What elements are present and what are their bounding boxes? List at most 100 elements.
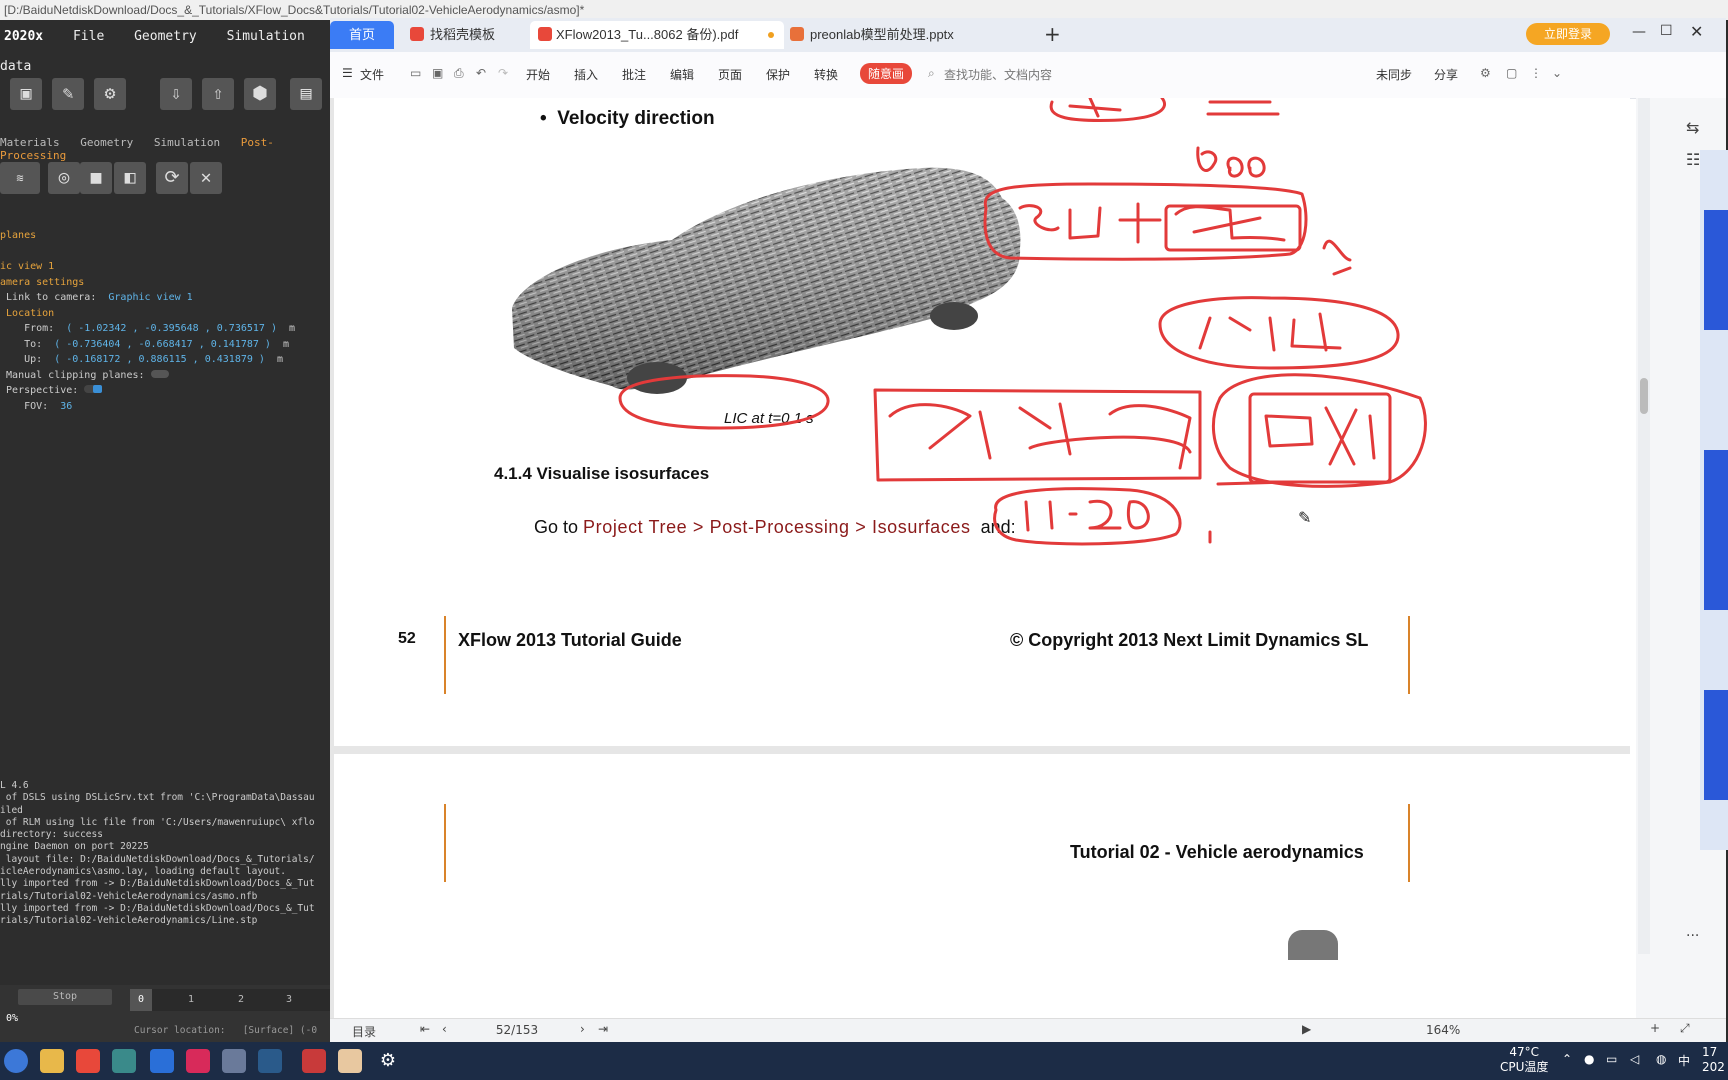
perspective-toggle[interactable] xyxy=(84,385,103,393)
network-icon[interactable]: ◍ xyxy=(1656,1052,1666,1066)
document-viewport[interactable]: • Velocity direction LIC at t=0.1 s 4.1.… xyxy=(330,98,1630,1042)
save-icon[interactable]: ▣ xyxy=(432,66,443,80)
volume-icon[interactable]: ◁ xyxy=(1630,1052,1639,1066)
ime-indicator[interactable]: 中 xyxy=(1678,1052,1690,1069)
sync-status[interactable]: 未同步 xyxy=(1376,66,1412,83)
settings-icon[interactable]: ⚙ xyxy=(376,1049,400,1073)
from-value[interactable]: ( -1.02342 , -0.395648 , 0.736517 ) xyxy=(66,323,277,334)
cube-icon[interactable]: ⬢ xyxy=(244,78,276,110)
redo-icon[interactable]: ↷ xyxy=(498,66,508,80)
print-icon[interactable]: ⎙ xyxy=(454,66,464,81)
tree-graphic-view[interactable]: ic view 1 xyxy=(0,261,54,272)
toc-button[interactable]: 目录 xyxy=(352,1023,376,1040)
clipping-toggle[interactable] xyxy=(150,369,169,378)
menu-icon[interactable]: ☰ xyxy=(342,66,353,80)
menu-edit[interactable]: 编辑 xyxy=(670,66,694,83)
close-icon[interactable]: ✕ xyxy=(190,162,222,194)
search-icon[interactable]: ⌕ xyxy=(928,66,935,81)
probe-icon[interactable]: ◎ xyxy=(48,162,80,194)
undo-icon[interactable]: ↶ xyxy=(476,66,486,80)
export-icon[interactable]: ⇧ xyxy=(202,78,234,110)
app-icon[interactable] xyxy=(186,1049,210,1073)
to-value[interactable]: ( -0.736404 , -0.668417 , 0.141787 ) xyxy=(54,339,271,350)
zoom-level[interactable]: 164% xyxy=(1426,1023,1460,1037)
app-icon[interactable] xyxy=(258,1049,282,1073)
play-icon[interactable]: ▶ xyxy=(1302,1022,1311,1036)
menu-file[interactable]: File xyxy=(73,29,104,44)
xflow-taskbar-icon[interactable] xyxy=(338,1049,362,1073)
menu-geometry[interactable]: Geometry xyxy=(134,29,197,44)
open-icon[interactable]: ▭ xyxy=(410,66,421,80)
app-icon[interactable] xyxy=(112,1049,136,1073)
save-as-icon[interactable]: ✎ xyxy=(52,78,84,110)
tab-geometry[interactable]: Geometry xyxy=(80,136,133,149)
search-input[interactable]: 查找功能、文档内容 xyxy=(944,66,1052,83)
wps-taskbar-icon[interactable] xyxy=(302,1049,326,1073)
mic-icon[interactable]: ● xyxy=(1584,1052,1594,1066)
prev-page-icon[interactable]: ‹ xyxy=(442,1022,447,1036)
freehand-draw-button[interactable]: 随意画 xyxy=(860,63,913,84)
translate-icon[interactable]: ⇆ xyxy=(1686,118,1699,137)
fullscreen-icon[interactable]: ⤢ xyxy=(1680,1021,1690,1036)
up-label: Up: xyxy=(24,354,43,365)
import-icon[interactable]: ⇩ xyxy=(160,78,192,110)
file-explorer-icon[interactable] xyxy=(40,1049,64,1073)
tab-pdf-active[interactable]: XFlow2013_Tu...8062 备份).pdf xyxy=(530,21,784,49)
tab-pptx[interactable]: preonlab模型前处理.pptx xyxy=(782,21,1030,49)
tree-planes[interactable]: planes xyxy=(0,230,36,241)
menu-insert[interactable]: 插入 xyxy=(574,66,598,83)
collapse-icon[interactable]: ⌄ xyxy=(1552,66,1562,80)
tray-chevron-icon[interactable]: ⌃ xyxy=(1562,1052,1572,1066)
scrollbar-track[interactable] xyxy=(1638,98,1650,954)
menu-file[interactable]: 文件 xyxy=(360,66,384,83)
stop-button[interactable]: Stop xyxy=(18,989,112,1005)
tab-simulation[interactable]: Simulation xyxy=(154,136,220,149)
tree-location[interactable]: Location xyxy=(6,308,54,319)
tab-materials[interactable]: Materials xyxy=(0,136,60,149)
first-page-icon[interactable]: ⇤ xyxy=(420,1022,430,1036)
share-button[interactable]: 分享 xyxy=(1434,66,1458,83)
box-icon[interactable]: ◧ xyxy=(114,162,146,194)
settings-icon[interactable]: ⚙ xyxy=(1480,66,1491,80)
adjust-icon[interactable]: ☷ xyxy=(1686,150,1700,169)
up-value[interactable]: ( -0.168172 , 0.886115 , 0.431879 ) xyxy=(54,354,265,365)
timeline[interactable]: 0 1 2 3 xyxy=(130,989,330,1011)
tab-home[interactable]: 首页 xyxy=(330,21,394,49)
page-indicator[interactable]: 52/153 xyxy=(472,1023,562,1037)
menu-page[interactable]: 页面 xyxy=(718,66,742,83)
last-page-icon[interactable]: ⇥ xyxy=(598,1022,608,1036)
ruler-icon[interactable]: ▤ xyxy=(290,78,322,110)
maximize-icon[interactable]: ☐ xyxy=(1660,23,1673,39)
zoom-in-icon[interactable]: + xyxy=(1650,1021,1660,1035)
app-icon[interactable] xyxy=(76,1049,100,1073)
more-icon[interactable]: ⋮ xyxy=(1530,66,1542,80)
menu-start[interactable]: 开始 xyxy=(526,66,550,83)
next-page-icon[interactable]: › xyxy=(580,1022,585,1036)
app-icon[interactable] xyxy=(150,1049,174,1073)
new-tab-button[interactable]: + xyxy=(1044,22,1061,46)
menu-convert[interactable]: 转换 xyxy=(814,66,838,83)
wps-statusbar: 目录 ⇤ ‹ 52/153 › ⇥ ▶ 164% + ⤢ xyxy=(330,1018,1726,1043)
close-window-icon[interactable]: ✕ xyxy=(1690,22,1703,41)
minimize-icon[interactable]: — xyxy=(1632,24,1646,40)
pdf-page-53: Tutorial 02 - Vehicle aerodynamics xyxy=(334,754,1630,1042)
login-button[interactable]: 立即登录 xyxy=(1526,23,1610,45)
chrome-icon[interactable] xyxy=(4,1049,28,1073)
scrollbar-thumb[interactable] xyxy=(1640,378,1648,414)
app-icon[interactable] xyxy=(222,1049,246,1073)
battery-icon[interactable]: ▭ xyxy=(1606,1052,1617,1066)
save-icon[interactable]: ▣ xyxy=(10,78,42,110)
fov-value[interactable]: 36 xyxy=(60,401,72,412)
gear-icon[interactable]: ⚙ xyxy=(94,78,126,110)
menu-protect[interactable]: 保护 xyxy=(766,66,790,83)
more-dots-icon[interactable]: ··· xyxy=(1686,928,1699,944)
tree-camera-settings[interactable]: amera settings xyxy=(0,277,84,288)
link-camera-value[interactable]: Graphic view 1 xyxy=(108,292,192,303)
clock[interactable]: 17 202 xyxy=(1702,1045,1725,1075)
refresh-icon[interactable]: ⟳ xyxy=(156,162,188,194)
comment-icon[interactable]: ▢ xyxy=(1506,66,1517,80)
xflow-brand: 2020x xyxy=(4,29,44,44)
camera-icon[interactable]: ■ xyxy=(80,162,112,194)
menu-annotate[interactable]: 批注 xyxy=(622,66,646,83)
waveform-icon[interactable]: ≋ xyxy=(0,162,40,194)
